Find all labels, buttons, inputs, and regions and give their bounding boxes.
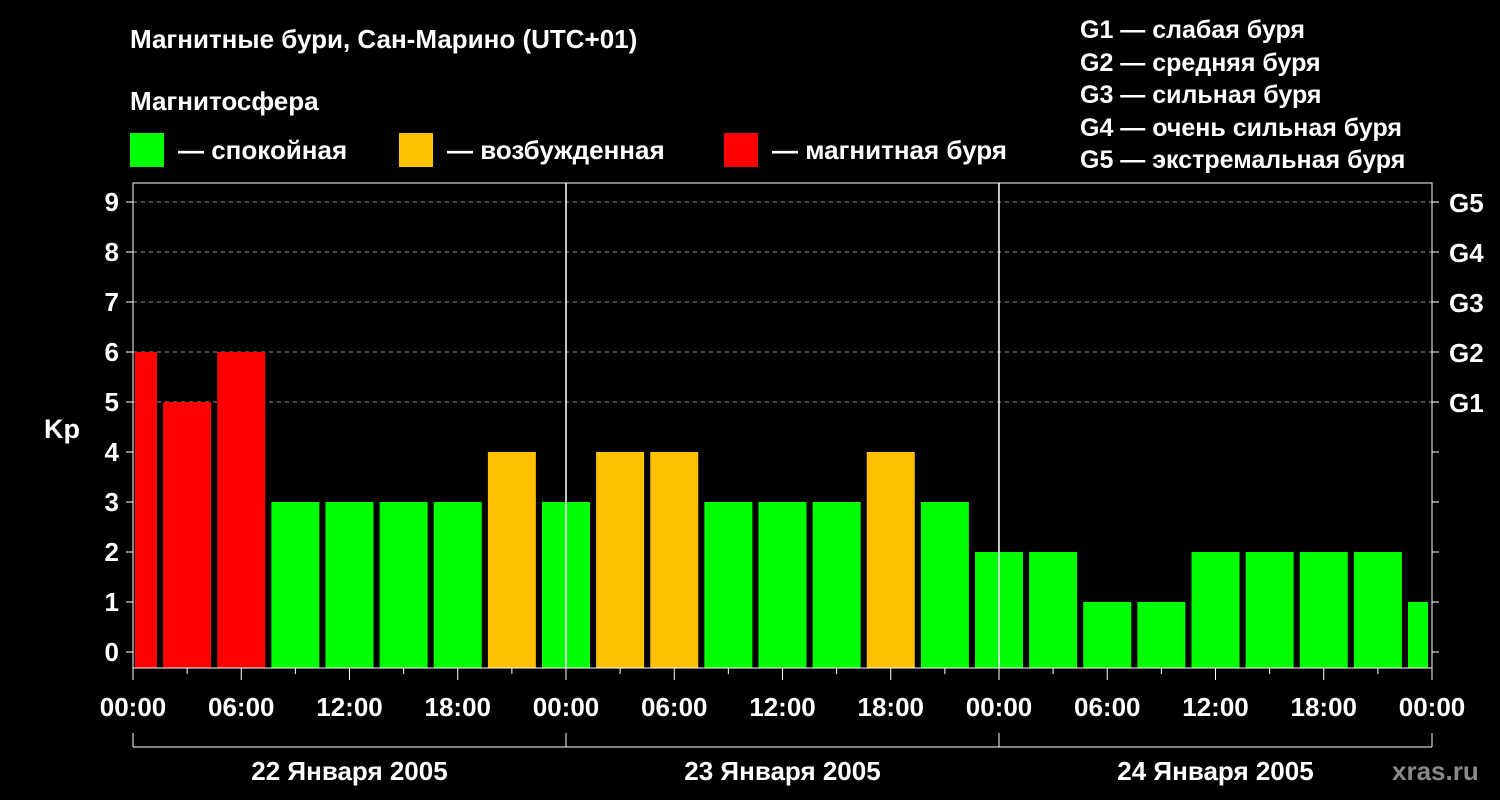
kp-bar (1029, 552, 1078, 668)
kp-bar (433, 502, 482, 668)
y-tick-label: 7 (105, 287, 119, 317)
kp-bar (1245, 552, 1294, 668)
kp-bar (650, 452, 699, 668)
kp-bar (704, 502, 753, 668)
kp-bar (920, 502, 969, 668)
g-scale-axis-label: G3 (1449, 288, 1484, 318)
x-tick-label: 18:00 (1291, 692, 1358, 722)
g-scale-axis-label: G5 (1449, 188, 1484, 218)
kp-bar (487, 452, 536, 668)
g-scale-axis-label: G4 (1449, 238, 1484, 268)
x-tick-label: 12:00 (316, 692, 383, 722)
y-tick-label: 2 (105, 537, 119, 567)
watermark: xras.ru (1392, 756, 1479, 786)
kp-bar (758, 502, 807, 668)
x-tick-label: 00:00 (533, 692, 600, 722)
day-label: 24 Января 2005 (1117, 756, 1313, 786)
y-tick-label: 9 (105, 187, 119, 217)
kp-bar (866, 452, 915, 668)
kp-bar (1353, 552, 1402, 668)
x-tick-label: 18:00 (425, 692, 492, 722)
y-axis-label: Kp (44, 414, 80, 444)
kp-bar (1083, 602, 1132, 668)
y-tick-label: 1 (105, 587, 119, 617)
x-tick-label: 06:00 (1074, 692, 1141, 722)
y-tick-label: 4 (105, 437, 120, 467)
y-tick-label: 3 (105, 487, 119, 517)
kp-bar (1137, 602, 1186, 668)
kp-bar (812, 502, 861, 668)
kp-bar (217, 352, 266, 668)
x-tick-label: 00:00 (100, 692, 167, 722)
kp-bar (596, 452, 645, 668)
kp-bar (325, 502, 374, 668)
x-tick-label: 12:00 (1182, 692, 1249, 722)
x-tick-label: 06:00 (641, 692, 708, 722)
kp-bar (1408, 602, 1428, 668)
x-tick-label: 12:00 (749, 692, 816, 722)
y-tick-label: 8 (105, 237, 119, 267)
kp-bar (379, 502, 428, 668)
y-tick-label: 0 (105, 637, 119, 667)
kp-bar (271, 502, 320, 668)
x-tick-label: 18:00 (858, 692, 925, 722)
y-tick-label: 5 (105, 387, 119, 417)
kp-bar (163, 402, 212, 668)
day-label: 22 Января 2005 (251, 756, 447, 786)
x-tick-label: 00:00 (1399, 692, 1466, 722)
g-scale-axis-label: G1 (1449, 388, 1484, 418)
day-label: 23 Января 2005 (684, 756, 880, 786)
kp-bar (135, 352, 157, 668)
y-tick-label: 6 (105, 337, 119, 367)
x-tick-label: 00:00 (966, 692, 1033, 722)
kp-bar-chart: 0 1 2 3 4 5 6 7 8 9 G1 G2 G3 G4 G5 00:00 06:00 12:00 18:00… (44, 182, 1484, 786)
g-scale-axis-label: G2 (1449, 338, 1484, 368)
kp-bar (1299, 552, 1348, 668)
x-tick-label: 06:00 (208, 692, 275, 722)
kp-bar (1191, 552, 1240, 668)
